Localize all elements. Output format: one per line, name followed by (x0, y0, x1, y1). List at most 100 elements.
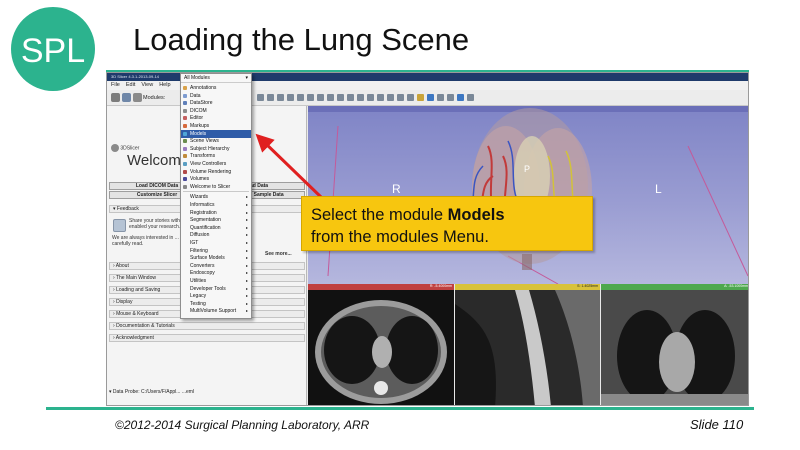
slicer-logo-icon (111, 144, 119, 152)
save-icon[interactable] (133, 93, 142, 102)
module-selector[interactable]: All Modules ▾ (181, 74, 251, 83)
green-slice-view[interactable]: A: -53.1000mm (601, 284, 748, 405)
modules-label: Modules: (143, 95, 166, 101)
section-acknowledgment[interactable]: › Acknowledgment (109, 334, 305, 342)
menu-edit[interactable]: Edit (126, 81, 135, 90)
menu-item-label: Scene Views (190, 138, 219, 145)
menu-item-label: Quantification (190, 224, 221, 231)
menu-item-label: Volumes (190, 176, 210, 183)
callout-line-1: Select the module Models (311, 204, 592, 226)
feedback-text-2: enabled your research. (129, 224, 181, 230)
section-documentation-label: Documentation & Tutorials (116, 323, 175, 329)
menu-item-label: Segmentation (190, 217, 221, 224)
red-slice-view[interactable]: R: -5.4000mm (308, 284, 454, 405)
menu-separator (183, 191, 249, 193)
menu-item-label: Models (190, 130, 207, 137)
menu-item-label: Markups (190, 123, 210, 129)
menu-item-label: Subject Hierarchy (190, 145, 230, 152)
menu-item-label: Endoscopy (190, 270, 215, 277)
menu-item-multivolume-support[interactable]: MultiVolume Support ▸ (181, 307, 251, 315)
see-more-link[interactable]: See more... (265, 251, 292, 257)
data-icon (183, 93, 187, 98)
menu-item-label: Legacy (190, 293, 207, 300)
transforms-icon (183, 154, 187, 159)
view-controllers-icon (183, 162, 187, 166)
menu-item-label: Informatics (190, 202, 215, 208)
section-acknowledgment-label: Acknowledgment (115, 335, 154, 341)
menu-file[interactable]: File (111, 81, 120, 90)
models-icon (183, 131, 187, 136)
lung-render-icon (327, 108, 748, 284)
welcome-to-slicer-icon (183, 184, 187, 189)
scene-views-icon (183, 139, 187, 144)
axial-ct-icon (315, 300, 447, 404)
menu-item-label: Transforms (190, 153, 216, 160)
load-data-icon[interactable] (111, 93, 120, 102)
menu-item-label: MultiVolume Support (190, 308, 237, 315)
menu-item-label: Testing (190, 300, 206, 307)
editor-icon (183, 116, 187, 121)
menu-item-label: Wizards (190, 194, 209, 201)
dicom-icon (183, 108, 187, 113)
section-feedback-label: Feedback (116, 206, 139, 212)
feedback-icon (113, 219, 126, 232)
menu-item-label: Welcome to Slicer (190, 183, 231, 190)
menu-item-label: DICOM (190, 107, 207, 114)
menu-item-label: Diffusion (190, 232, 210, 239)
data-probe[interactable]: ▾ Data Probe: C:/Users/F/Appl... ...eml (109, 389, 305, 396)
subject-hierarchy-icon (183, 146, 187, 151)
slicer-logo-label: 3DSlicer (120, 145, 140, 152)
markups-icon (183, 124, 187, 128)
footer-slide-number: Slide 110 (690, 417, 744, 432)
footer-copyright: ©2012-2014 Surgical Planning Laboratory,… (115, 418, 370, 432)
chevron-right-icon: ▸ (245, 308, 248, 314)
menu-item-label: Registration (190, 209, 217, 216)
menu-item-label: View Controllers (190, 161, 227, 167)
slicer-logo: 3DSlicer (111, 144, 139, 152)
menu-item-label: Editor (190, 115, 204, 122)
menu-item-label: Developer Tools (190, 285, 226, 292)
spl-logo-icon: SPL (11, 7, 95, 91)
menu-item-label: Utilities (190, 278, 207, 284)
data-probe-label: Data Probe: C:/Users/F/Appl... ...eml (112, 389, 195, 395)
section-loading-saving-label: Loading and Saving (116, 287, 161, 293)
spl-logo-text: SPL (21, 32, 85, 70)
3d-view[interactable]: R L P (308, 106, 748, 284)
volumes-icon (183, 177, 187, 182)
coronal-ct-icon (601, 290, 748, 405)
orientation-left-label: L (655, 182, 662, 196)
dicom-icon[interactable] (122, 93, 131, 102)
section-main-window-label: The Main Window (115, 275, 156, 281)
sagittal-ct-icon (455, 290, 600, 405)
menu-item-welcome-to-slicer[interactable]: Welcome to Slicer (181, 183, 251, 191)
slide-title: Loading the Lung Scene (133, 22, 470, 57)
instruction-callout: Select the module Models from the module… (301, 196, 593, 251)
section-mouse-keyboard-label: Mouse & Keyboard (116, 311, 159, 317)
menu-item-label: Filtering (190, 247, 208, 254)
feedback-text-4: carefully read. (112, 241, 144, 247)
toolbar-view-icons[interactable] (257, 94, 474, 102)
yellow-slice-view[interactable]: S: 1.4025mm (455, 284, 600, 405)
menu-item-label: IGT (190, 240, 199, 246)
modules-dropdown-menu[interactable]: All Modules ▾ Annotations Data DataStore DI… (180, 73, 252, 319)
annotations-icon (183, 86, 187, 90)
section-documentation[interactable]: › Documentation & Tutorials (109, 322, 305, 330)
menu-item-label: Volume Rendering (190, 168, 232, 175)
chevron-down-icon: ▾ (245, 75, 248, 81)
menu-view[interactable]: View (141, 81, 153, 90)
volume-rendering-icon (183, 169, 187, 174)
module-selector-label: All Modules (184, 75, 210, 81)
callout-models-emphasis: Models (447, 206, 505, 224)
menu-item-label: Data (190, 92, 201, 99)
orientation-posterior-label: P (524, 164, 531, 174)
orientation-right-label: R (392, 182, 401, 196)
section-display-label: Display (116, 299, 133, 305)
app-window-title: 3D Slicer 4.3.1-2013-09-14 (111, 74, 160, 79)
bottom-divider (46, 407, 754, 410)
callout-line-2: from the modules Menu. (311, 228, 489, 246)
menu-help[interactable]: Help (159, 81, 170, 90)
menu-item-label: Converters (190, 262, 215, 269)
menu-item-label: Surface Models (190, 255, 225, 262)
menu-item-label: Annotations (190, 85, 217, 91)
section-about-label: About (115, 263, 129, 269)
